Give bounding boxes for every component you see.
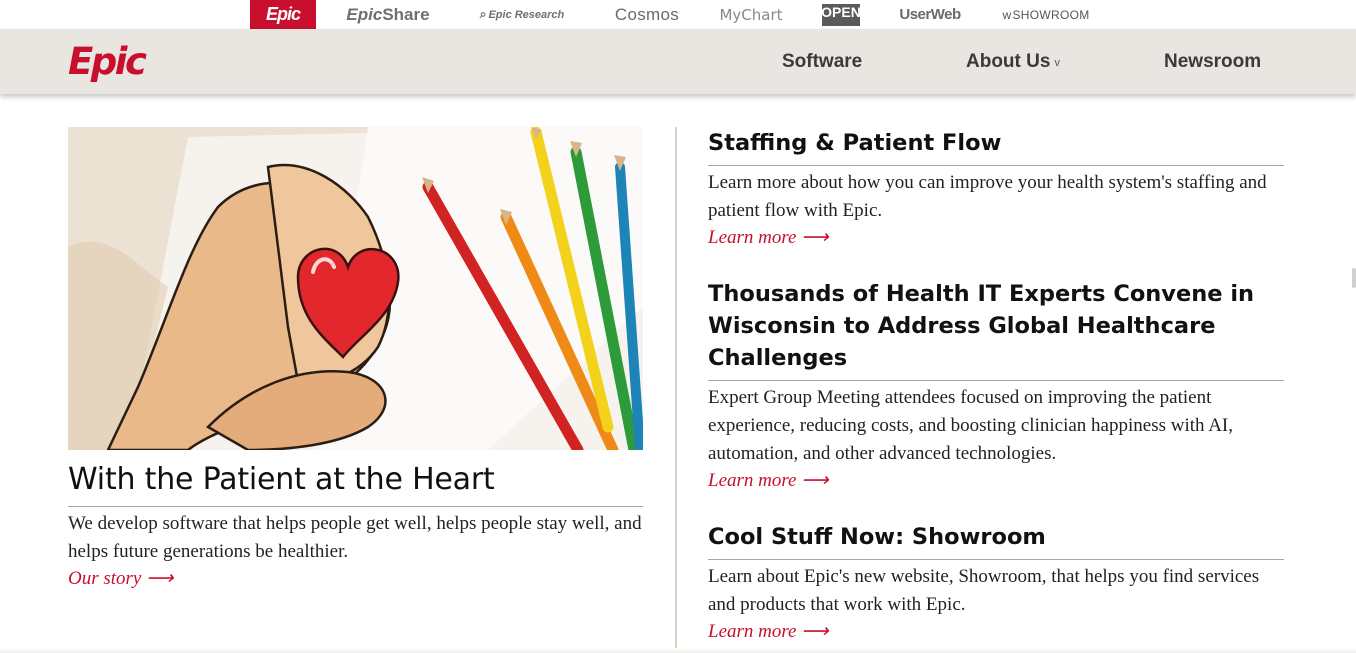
feature-divider (68, 506, 643, 507)
open-epic-brand-link[interactable]: OPEN (821, 0, 861, 29)
article-divider (708, 380, 1284, 381)
cosmos-brand-link[interactable]: Cosmos (608, 0, 686, 29)
showroom-brand-link[interactable]: w SHOWROOM (996, 0, 1096, 29)
epic-research-brand-label: Epic Research (488, 8, 565, 21)
epic-logo[interactable]: Epic (68, 40, 147, 83)
chevron-down-icon: v (1054, 56, 1060, 69)
column-divider (675, 127, 677, 653)
article-divider (708, 165, 1284, 166)
nav-about-us-label: About Us (966, 50, 1051, 72)
epicshare-brand-link[interactable]: Epic Share (338, 0, 438, 29)
article-description-experts: Expert Group Meeting attendees focused o… (708, 387, 1234, 464)
magnifier-icon: ⌕ (479, 7, 487, 21)
nav-about-us[interactable]: About Us v (966, 29, 1060, 94)
heart-in-hands-illustration (68, 127, 643, 450)
epic-research-brand-link[interactable]: ⌕ Epic Research (468, 0, 576, 29)
article-description-staffing: Learn more about how you can improve you… (708, 172, 1267, 221)
scrollbar-thumb[interactable] (1352, 268, 1356, 288)
article-description-showroom: Learn about Epic's new website, Showroom… (708, 566, 1260, 615)
article-title-experts[interactable]: Thousands of Health IT Experts Convene i… (708, 278, 1284, 374)
main-navigation: Epic Software About Us v Newsroom (0, 29, 1356, 94)
learn-more-staffing-link[interactable]: Learn more ⟶ (708, 226, 828, 249)
feature-title: With the Patient at the Heart (68, 462, 495, 497)
userweb-brand-link[interactable]: UserWeb (896, 0, 964, 29)
epic-brand-link[interactable]: Epic (250, 0, 316, 29)
nav-software[interactable]: Software (782, 29, 862, 94)
epicshare-brand-suffix: Share (382, 4, 430, 24)
mychart-brand-link[interactable]: MyChart (716, 0, 786, 29)
our-story-link[interactable]: Our story ⟶ (68, 567, 173, 590)
showroom-w-icon: w (1002, 7, 1012, 22)
open-epic-badge: OPEN (821, 3, 861, 26)
article-divider (708, 559, 1284, 560)
nav-newsroom[interactable]: Newsroom (1164, 29, 1261, 94)
bottom-edge (0, 648, 1356, 653)
article-title-staffing[interactable]: Staffing & Patient Flow (708, 127, 1284, 159)
showroom-brand-label: SHOWROOM (1012, 7, 1090, 22)
epicshare-brand-prefix: Epic (346, 4, 383, 24)
article-title-showroom[interactable]: Cool Stuff Now: Showroom (708, 521, 1284, 553)
epic-brand-strip: Epic Epic Share ⌕ Epic Research Cosmos MyC… (0, 0, 1356, 29)
feature-description: We develop software that helps people ge… (68, 513, 642, 562)
learn-more-showroom-link[interactable]: Learn more ⟶ (708, 620, 828, 643)
learn-more-experts-link[interactable]: Learn more ⟶ (708, 469, 828, 492)
